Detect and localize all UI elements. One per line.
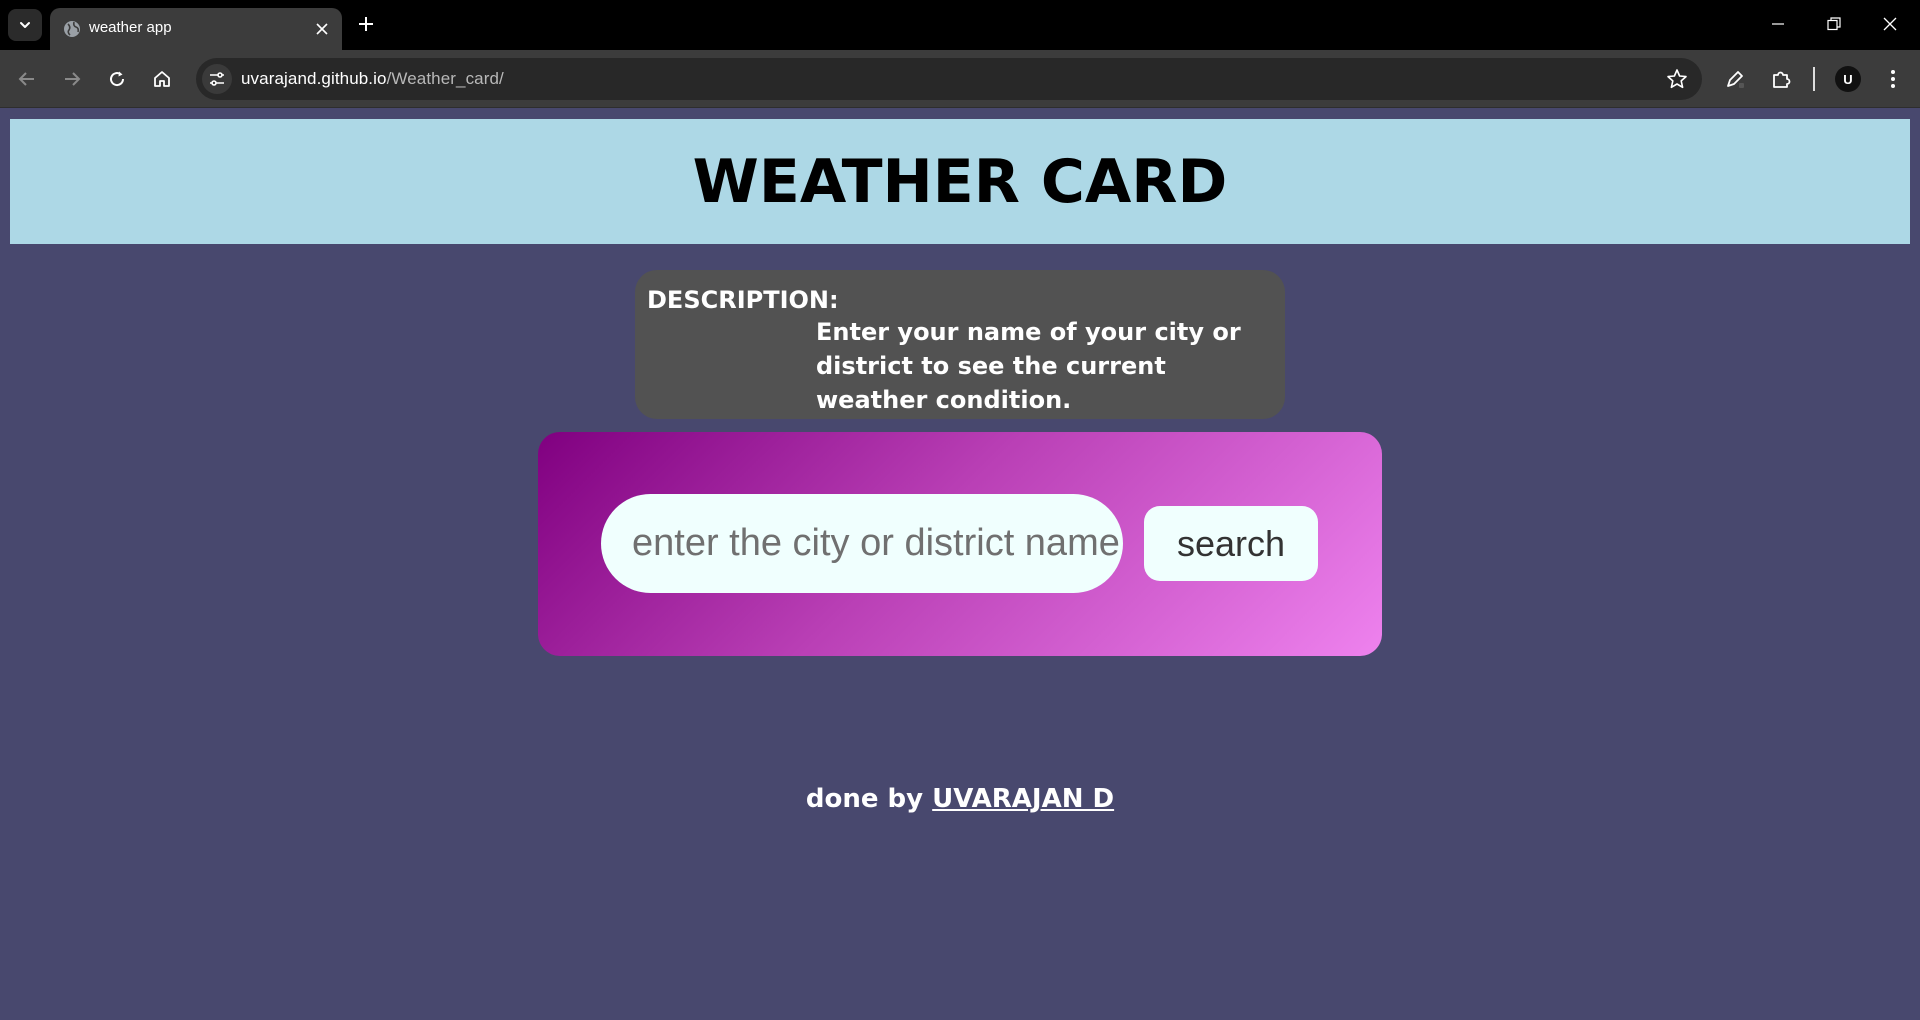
description-label: DESCRIPTION: xyxy=(647,286,839,314)
author-link[interactable]: UVARAJAN D xyxy=(932,784,1114,814)
description-text: Enter your name of your city or district… xyxy=(816,318,1241,414)
browser-menu-button[interactable] xyxy=(1876,62,1910,96)
tab-close-button[interactable] xyxy=(312,19,332,39)
arrow-left-icon xyxy=(18,72,34,86)
pen-icon xyxy=(1727,71,1744,88)
tab-search-button[interactable] xyxy=(8,9,42,41)
toolbar-divider xyxy=(1813,67,1815,91)
plus-icon xyxy=(359,17,373,31)
page-header: WEATHER CARD xyxy=(10,119,1910,244)
minimize-icon xyxy=(1772,23,1784,25)
weather-search-card: search xyxy=(538,432,1382,656)
new-tab-button[interactable] xyxy=(352,10,380,38)
globe-icon xyxy=(64,21,80,37)
address-bar[interactable]: uvarajand.github.io/Weather_card/ xyxy=(196,58,1702,100)
arrow-right-icon xyxy=(65,72,81,86)
url-path: /Weather_card/ xyxy=(386,69,504,88)
browser-toolbar: uvarajand.github.io/Weather_card/ U xyxy=(0,50,1920,108)
tab-title: weather app xyxy=(89,19,172,36)
forward-button[interactable] xyxy=(55,62,89,96)
footer-prefix: done by xyxy=(805,784,933,814)
city-search-input[interactable] xyxy=(601,494,1123,593)
home-button[interactable] xyxy=(145,62,179,96)
back-button[interactable] xyxy=(10,62,44,96)
restore-icon xyxy=(1827,17,1841,31)
profile-avatar[interactable]: U xyxy=(1835,66,1861,92)
site-info-button[interactable] xyxy=(202,64,232,94)
close-window-button[interactable] xyxy=(1862,0,1918,48)
url-host: uvarajand.github.io xyxy=(241,69,387,88)
star-icon[interactable] xyxy=(1666,68,1688,90)
footer-credit: done by UVARAJAN D xyxy=(0,784,1920,814)
page-content: WEATHER CARD DESCRIPTION: Enter your nam… xyxy=(0,108,1920,1020)
search-button[interactable]: search xyxy=(1144,506,1318,581)
extensions-button[interactable] xyxy=(1764,62,1798,96)
url-text: uvarajand.github.io/Weather_card/ xyxy=(241,69,504,89)
close-icon xyxy=(1883,17,1897,31)
browser-tab-bar: weather app xyxy=(0,0,1920,50)
edit-extension-button[interactable] xyxy=(1718,62,1752,96)
page-title: WEATHER CARD xyxy=(692,146,1228,217)
reload-icon xyxy=(110,71,125,87)
kebab-menu-icon xyxy=(1891,70,1895,88)
minimize-button[interactable] xyxy=(1750,0,1806,48)
description-box: DESCRIPTION: Enter your name of your cit… xyxy=(635,270,1285,419)
reload-button[interactable] xyxy=(100,62,134,96)
browser-tab[interactable]: weather app xyxy=(50,8,342,50)
restore-button[interactable] xyxy=(1806,0,1862,48)
chevron-down-icon xyxy=(20,22,30,28)
puzzle-icon xyxy=(1773,71,1791,88)
home-icon xyxy=(154,71,170,87)
close-icon xyxy=(316,23,328,35)
tune-icon xyxy=(210,72,224,86)
